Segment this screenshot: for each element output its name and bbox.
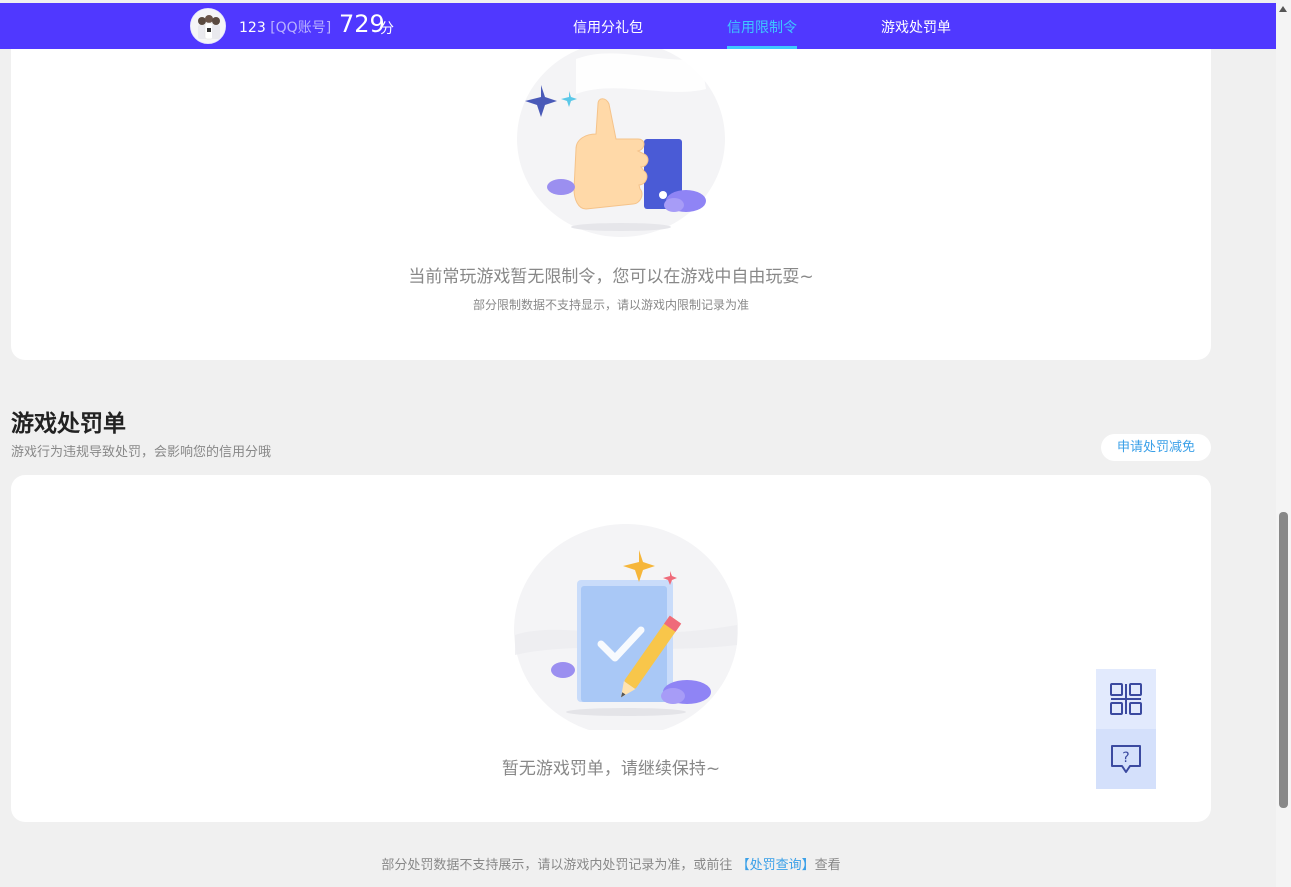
tab-credit-gift[interactable]: 信用分礼包 [573,17,643,37]
penalty-query-link[interactable]: 【处罚查询】 [737,858,815,873]
penalty-card: 暂无游戏罚单，请继续保持~ [11,475,1211,822]
tab-game-penalty[interactable]: 游戏处罚单 [881,17,951,37]
thumbs-up-illustration [517,49,725,237]
user-account: 123 [QQ账号] [239,17,331,37]
help-chat-icon: ? [1111,745,1141,773]
user-id: 123 [239,20,266,36]
credit-score: 729 [339,10,385,38]
qr-code-icon [1110,683,1142,715]
qr-code-button[interactable] [1096,669,1156,729]
restriction-card: 当前常玩游戏暂无限制令，您可以在游戏中自由玩耍~ 部分限制数据不支持显示，请以游… [11,49,1211,360]
penalty-footer-note: 部分处罚数据不支持展示，请以游戏内处罚记录为准，或前往 【处罚查询】查看 [0,854,1222,873]
penalty-empty-message: 暂无游戏罚单，请继续保持~ [501,759,721,779]
scroll-up-arrow-icon[interactable] [1279,6,1287,12]
footer-note-prefix: 部分处罚数据不支持展示，请以游戏内处罚记录为准，或前往 [381,858,733,873]
tab-credit-restriction[interactable]: 信用限制令 [727,17,797,37]
penalty-section-title: 游戏处罚单 [11,411,126,437]
restriction-empty-message: 当前常玩游戏暂无限制令，您可以在游戏中自由玩耍~ [408,267,814,287]
svg-text:?: ? [1122,750,1129,766]
avatar[interactable] [190,8,226,44]
account-type: [QQ账号] [270,20,332,36]
apply-penalty-reduction-button[interactable]: 申请处罚减免 [1101,434,1211,461]
score-unit: 分 [380,21,394,37]
clipboard-pencil-illustration [514,524,738,730]
restriction-data-note: 部分限制数据不支持显示，请以游戏内限制记录为准 [472,298,749,312]
footer-note-suffix: 查看 [814,858,841,873]
top-navigation-bar: 123 [QQ账号] 729 分 信用分礼包 信用限制令 游戏处罚单 [0,3,1276,49]
scrollbar-thumb[interactable] [1279,512,1288,808]
help-feedback-button[interactable]: ? [1096,729,1156,789]
penalty-section-description: 游戏行为违规导致处罚，会影响您的信用分哦 [11,445,272,460]
